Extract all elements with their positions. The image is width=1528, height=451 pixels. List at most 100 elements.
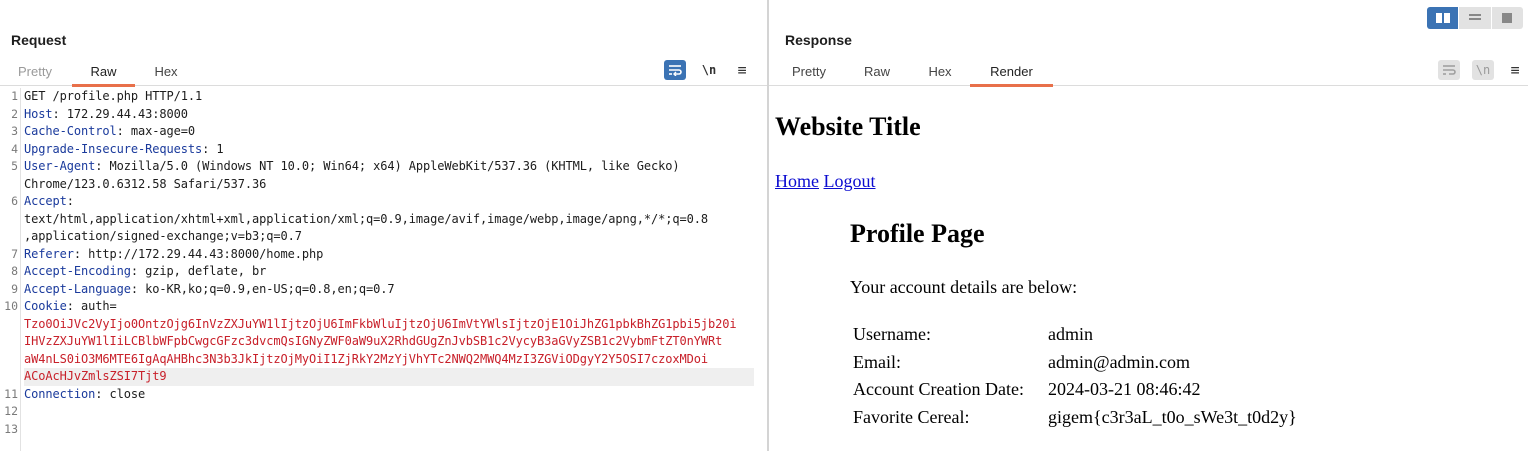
code-line: Chrome/123.0.6312.58 Safari/537.36 [24,176,754,194]
horizontal-view-glyph [1468,14,1481,20]
email-value: admin@admin.com [1048,351,1191,372]
line-number: 1 [11,89,18,103]
code-line: GET /profile.php HTTP/1.1 [24,88,754,106]
site-nav: Home Logout [775,171,876,192]
response-wrap-lines-icon[interactable] [1438,60,1460,80]
wrap-lines-icon[interactable] [664,60,686,80]
line-number: 12 [4,404,18,418]
header-value: : ko-KR,ko;q=0.9,en-US;q=0.8,en;q=0.7 [130,281,395,296]
request-editor[interactable]: 1 2 3 4 5 6 7 8 9 10 11 12 13 GET /profile.php HTTP/… [0,88,760,451]
horizontal-view-icon[interactable] [1458,7,1491,29]
header-value: ,application/signed-exchange;v=b3;q=0.7 [24,229,302,243]
request-tab-hex[interactable]: Hex [143,58,189,86]
code-line: ,application/signed-exchange;v=b3;q=0.7 [24,228,754,246]
table-row: Email: admin@admin.com [851,349,1299,377]
line-number: 5 [11,159,18,173]
header-value: text/html,application/xhtml+xml,applicat… [24,211,708,226]
rendered-html-view: Website Title Home Logout Profile Page Y… [769,88,1528,451]
response-title: Response [785,32,852,48]
email-label: Email: [853,351,901,372]
username-value: admin [1048,324,1093,345]
line-number-gutter: 1 2 3 4 5 6 7 8 9 10 11 12 13 [0,88,21,451]
header-value: : [66,194,74,208]
request-code[interactable]: GET /profile.php HTTP/1.1 Host: 172.29.44… [24,88,754,438]
single-view-glyph [1502,13,1513,23]
response-tab-pretty[interactable]: Pretty [784,58,834,86]
split-view-glyph [1435,13,1450,23]
header-value: : gzip, deflate, br [130,264,267,278]
code-line: Cookie: auth= [24,298,754,316]
cookie-value-text: aW4nLS0iO3M6MTE6IgAqAHBhc3N3b3JkIjtzOjMy… [24,351,708,366]
line-number: 7 [11,246,18,261]
line-number: 8 [11,264,18,278]
line-number: 9 [11,281,18,296]
line-number: 2 [11,106,18,121]
cookie-value-text: ACoAcHJvZmlsZSI7Tjt9 [24,369,167,383]
request-pane: Request Pretty Raw Hex \n ≡ 1 2 3 4 5 6 7 8 9 10 1… [0,0,767,451]
table-row: Account Creation Date: 2024-03-21 08:46:… [851,376,1299,404]
site-title: Website Title [775,112,921,141]
header-value: : 172.29.44.43:8000 [52,106,188,121]
header-key: Host [24,106,53,121]
header-value: : max-age=0 [116,124,195,138]
code-line: User-Agent: Mozilla/5.0 (Windows NT 10.0… [24,158,754,176]
line-number: 13 [4,421,18,436]
newline-toggle-button[interactable]: \n [698,60,720,80]
favorite-cereal-value: gigem{c3r3aL_t0o_sWe3t_t0d2y} [1048,406,1297,427]
header-key: User-Agent [24,159,96,173]
code-line: aW4nLS0iO3M6MTE6IgAqAHBhc3N3b3JkIjtzOjMy… [24,351,754,369]
table-row: Favorite Cereal: gigem{c3r3aL_t0o_sWe3t_… [851,404,1299,432]
response-tab-render[interactable]: Render [970,58,1053,87]
table-row: Username: admin [851,321,1299,349]
header-value: : 1 [202,141,224,156]
code-line: Accept-Language: ko-KR,ko;q=0.9,en-US;q=… [24,281,754,299]
code-line: Host: 172.29.44.43:8000 [24,106,754,124]
header-key: Referer [24,246,74,261]
code-line: Cache-Control: max-age=0 [24,123,754,141]
response-hamburger-menu-icon[interactable]: ≡ [1504,60,1526,80]
code-line: Tzo0OiJVc2VyIjo0OntzOjg6InVzZXJuYW1lIjtz… [24,316,754,334]
header-value: GET /profile.php HTTP/1.1 [24,89,203,103]
code-line: Referer: http://172.29.44.43:8000/home.p… [24,246,754,264]
split-view-icon[interactable] [1427,7,1459,29]
header-key: Accept [24,194,67,208]
header-value: : http://172.29.44.43:8000/home.php [73,246,324,261]
code-line: Upgrade-Insecure-Requests: 1 [24,141,754,159]
single-view-icon[interactable] [1490,7,1523,29]
logout-link[interactable]: Logout [824,171,876,191]
request-title: Request [11,32,67,48]
header-value: : Mozilla/5.0 (Windows NT 10.0; Win64; x… [95,159,680,173]
username-label: Username: [853,324,931,345]
response-tab-hex[interactable]: Hex [921,58,959,86]
wrap-lines-glyph [669,65,682,76]
request-tabbar: Pretty Raw Hex [0,58,767,87]
creation-date-label: Account Creation Date: [853,379,1024,400]
header-key: Accept-Encoding [24,264,131,278]
cookie-value-text: IHVzZXJuYW1lIiLCBlbWFpbCwgcGFzc3dvcmQsIG… [24,334,723,348]
header-key: Cache-Control [24,124,117,138]
code-line: Accept: [24,193,754,211]
request-tab-raw[interactable]: Raw [72,58,135,87]
header-key: Upgrade-Insecure-Requests [24,141,203,156]
line-number: 4 [11,141,18,156]
header-value: : close [95,386,146,401]
header-value: : auth= [66,299,117,313]
profile-heading: Profile Page [850,219,985,248]
response-newline-toggle-button[interactable]: \n [1472,60,1494,80]
line-number: 3 [11,124,18,138]
response-tab-raw[interactable]: Raw [857,58,897,86]
header-key: Accept-Language [24,281,131,296]
home-link[interactable]: Home [775,171,819,191]
response-tabbar: Pretty Raw Hex Render [769,58,1528,87]
hamburger-menu-icon[interactable]: ≡ [731,60,753,80]
code-line: Accept-Encoding: gzip, deflate, br [24,263,754,281]
line-number: 10 [4,299,18,313]
code-line: IHVzZXJuYW1lIiLCBlbWFpbCwgcGFzc3dvcmQsIG… [24,333,754,351]
code-line: text/html,application/xhtml+xml,applicat… [24,211,754,229]
request-tab-pretty[interactable]: Pretty [9,58,61,86]
header-key: Cookie [24,299,67,313]
header-value: Chrome/123.0.6312.58 Safari/537.36 [24,176,267,191]
view-layout-switch [1427,7,1523,29]
